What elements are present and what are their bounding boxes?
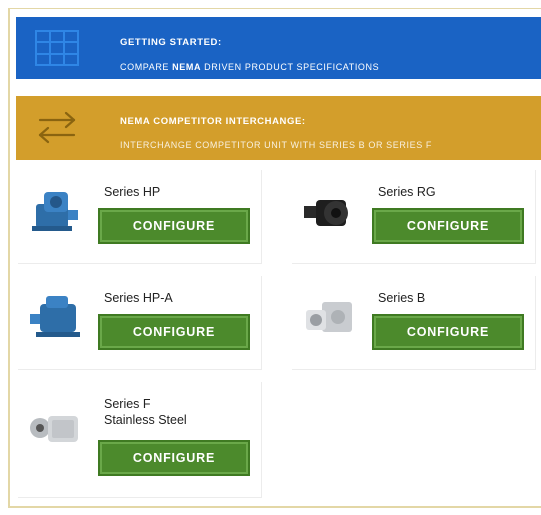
series-name: Series RG [378, 185, 436, 199]
getting-started-subtitle: COMPARE NEMA DRIVEN PRODUCT SPECIFICATIO… [120, 62, 380, 72]
interchange-title: NEMA COMPETITOR INTERCHANGE: [120, 116, 306, 127]
stainless-gearbox-image [30, 416, 78, 442]
getting-started-title: GETTING STARTED: [120, 37, 222, 48]
blue-gearbox-image [32, 192, 78, 231]
grid-table-icon [35, 30, 79, 66]
blue-gearbox-image [30, 296, 80, 337]
interchange-subtitle: INTERCHANGE COMPETITOR UNIT WITH SERIES … [120, 140, 432, 150]
competitor-interchange-banner[interactable]: NEMA COMPETITOR INTERCHANGE: INTERCHANGE… [16, 96, 541, 160]
getting-started-banner[interactable]: GETTING STARTED: COMPARE NEMA DRIVEN PRO… [16, 17, 541, 79]
product-card-series-b: Series B CONFIGURE [292, 276, 536, 370]
product-card-series-hp-a: Series HP-A CONFIGURE [18, 276, 262, 370]
black-gearbox-image [304, 200, 348, 226]
aluminum-gearbox-image [306, 302, 352, 332]
configure-button[interactable]: CONFIGURE [372, 208, 524, 244]
series-name: Series HP [104, 185, 161, 199]
series-name: Series B [378, 291, 426, 305]
product-card-series-hp: Series HP CONFIGURE [18, 170, 262, 264]
series-name: Series HP-A [104, 291, 173, 305]
product-card-series-rg: Series RG CONFIGURE [292, 170, 536, 264]
product-card-series-f: Series F Stainless Steel CONFIGURE [18, 382, 262, 498]
configure-button[interactable]: CONFIGURE [98, 208, 250, 244]
swap-arrows-icon [38, 111, 76, 144]
configure-button[interactable]: CONFIGURE [98, 314, 250, 350]
configure-button[interactable]: CONFIGURE [372, 314, 524, 350]
series-name: Series F Stainless Steel [104, 397, 187, 427]
configure-button[interactable]: CONFIGURE [98, 440, 250, 476]
